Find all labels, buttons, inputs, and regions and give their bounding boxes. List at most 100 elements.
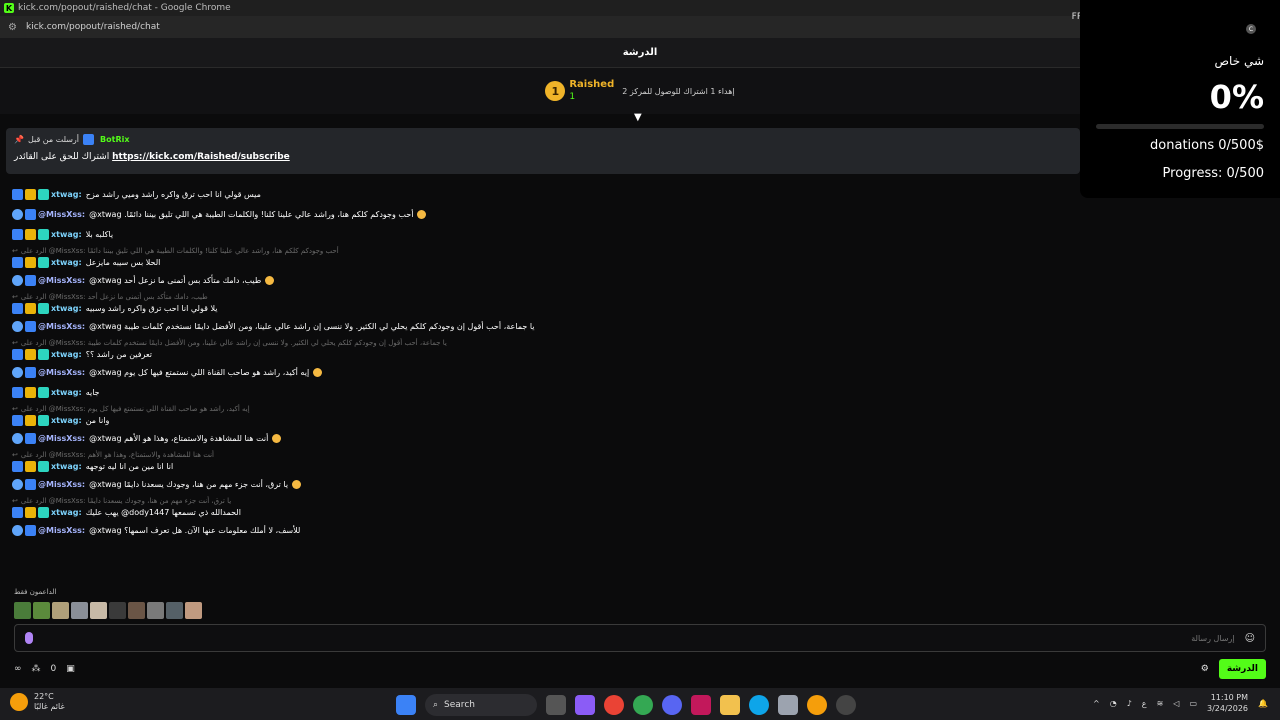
- emoji-icon: [313, 367, 323, 377]
- avatar[interactable]: [109, 602, 126, 619]
- volume-icon[interactable]: ◁: [1173, 699, 1179, 708]
- reply-preview[interactable]: ↩ الرد على @MissXss: طيب، دامك متأكد بس أ…: [12, 293, 208, 301]
- chat-message[interactable]: ↩ الرد على @MissXss: يا ترق، أنت جزء مهم …: [12, 494, 1082, 520]
- chat-send-button[interactable]: الدرشة: [1218, 659, 1266, 679]
- message-username[interactable]: @MissXss:: [38, 434, 85, 443]
- wifi-icon[interactable]: ≋: [1157, 699, 1164, 708]
- gift-icon[interactable]: ▣: [66, 664, 75, 674]
- emoji-icon[interactable]: ☺: [1245, 633, 1255, 644]
- verified-badge-icon: [25, 432, 36, 444]
- avatar[interactable]: [128, 602, 145, 619]
- file-explorer-icon[interactable]: [720, 695, 740, 715]
- avatar[interactable]: [185, 602, 202, 619]
- message-username[interactable]: xtwag:: [51, 190, 82, 199]
- network-icon[interactable]: ◔: [1110, 699, 1117, 708]
- chat-message[interactable]: xtwag: ميس قولي انا احب ترق واكره راشد وم…: [12, 184, 1082, 204]
- infinity-icon[interactable]: ∞: [14, 664, 22, 674]
- subscribe-link[interactable]: https://kick.com/Raished/subscribe: [112, 152, 290, 162]
- chat-message[interactable]: @MissXss: @xtwag يا ترق، أنت جزء مهم من ه…: [12, 474, 1082, 494]
- chat-message-list[interactable]: xtwag: ميس قولي انا احب ترق واكره راشد وم…: [12, 184, 1082, 540]
- weather-icon: [10, 693, 28, 711]
- clock[interactable]: 11:10 PM 3/24/2026: [1207, 692, 1248, 714]
- share-icon[interactable]: ⁂: [32, 664, 41, 674]
- message-text: @xtwag إيه أكيد، راشد هو صاحب القناة الل…: [89, 367, 310, 377]
- message-username[interactable]: @MissXss:: [38, 276, 85, 285]
- reply-preview[interactable]: ↩ الرد على @MissXss: يا جماعة، أحب أقول إ…: [12, 339, 447, 347]
- chat-message[interactable]: @MissXss: @xtwag أنت هنا للمشاهدة والاستم…: [12, 428, 1082, 448]
- collapse-chevron-icon[interactable]: ▼: [634, 112, 642, 123]
- message-username[interactable]: @MissXss:: [38, 210, 85, 219]
- message-username[interactable]: @MissXss:: [38, 368, 85, 377]
- chat-message[interactable]: ↩ الرد على @MissXss: إيه أكيد، راشد هو صا…: [12, 402, 1082, 428]
- microphone-icon[interactable]: [25, 632, 33, 644]
- taskbar-search[interactable]: ⌕ Search: [425, 694, 537, 716]
- weather-widget[interactable]: 22°C غائم غالبًا: [10, 692, 65, 712]
- avatar[interactable]: [52, 602, 69, 619]
- chat-message[interactable]: @MissXss: @xtwag .أحب وجودكم كلكم هنا، ور…: [12, 204, 1082, 224]
- weather-desc: غائم غالبًا: [34, 702, 65, 711]
- avatar[interactable]: [14, 602, 31, 619]
- bot-badge-icon: [12, 274, 23, 286]
- message-username[interactable]: xtwag:: [51, 350, 82, 359]
- message-username[interactable]: @MissXss:: [38, 526, 85, 535]
- bot-badge-icon: [12, 320, 23, 332]
- message-username[interactable]: xtwag:: [51, 416, 82, 425]
- chrome-icon[interactable]: [604, 695, 624, 715]
- avatar[interactable]: [90, 602, 107, 619]
- chat-message[interactable]: xtwag: جايه: [12, 382, 1082, 402]
- avatar[interactable]: [166, 602, 183, 619]
- settings-gear-icon[interactable]: ⚙: [1201, 664, 1209, 674]
- reply-preview[interactable]: ↩ الرد على @MissXss: أحب وجودكم كلكم هنا،…: [12, 247, 339, 255]
- reply-preview[interactable]: ↩ الرد على @MissXss: يا ترق، أنت جزء مهم …: [12, 497, 231, 505]
- avatar[interactable]: [147, 602, 164, 619]
- discord-icon[interactable]: [662, 695, 682, 715]
- chat-message[interactable]: @MissXss: @xtwag للأسف، لا أملك معلومات ع…: [12, 520, 1082, 540]
- tray-chevron-icon[interactable]: ^: [1093, 699, 1100, 708]
- pinned-message[interactable]: 📌 أرسلت من قبل BotRix اشتراك للحق على ال…: [6, 128, 1080, 174]
- copilot-icon[interactable]: [575, 695, 595, 715]
- overlay-c-icon: C: [1246, 24, 1256, 34]
- chat-message[interactable]: @MissXss: @xtwag إيه أكيد، راشد هو صاحب ا…: [12, 362, 1082, 382]
- edge-icon[interactable]: [749, 695, 769, 715]
- pinned-by-label: أرسلت من قبل: [27, 135, 80, 144]
- message-username[interactable]: @MissXss:: [38, 480, 85, 489]
- reply-icon: ↩: [12, 292, 18, 301]
- avatar[interactable]: [71, 602, 88, 619]
- obs-icon[interactable]: [836, 695, 856, 715]
- notifications-icon[interactable]: 🔔: [1258, 699, 1268, 708]
- chat-message[interactable]: ↩ الرد على @MissXss: طيب، دامك متأكد بس أ…: [12, 290, 1082, 316]
- task-view-icon[interactable]: [546, 695, 566, 715]
- chat-message[interactable]: xtwag: ياكلبه بلا: [12, 224, 1082, 244]
- chat-input-placeholder[interactable]: إرسال رسالة: [1191, 634, 1234, 643]
- message-username[interactable]: xtwag:: [51, 462, 82, 471]
- bot-name[interactable]: BotRix: [100, 135, 129, 144]
- language-indicator[interactable]: ع: [1142, 699, 1147, 708]
- mic-tray-icon[interactable]: ♪: [1127, 699, 1132, 708]
- system-tray: ^ ◔ ♪ ع ≋ ◁ ▭ 11:10 PM 3/24/2026 🔔: [1093, 692, 1268, 714]
- avatar[interactable]: [33, 602, 50, 619]
- store-icon[interactable]: [778, 695, 798, 715]
- chat-message[interactable]: ↩ الرد على @MissXss: أحب وجودكم كلكم هنا،…: [12, 244, 1082, 270]
- url-text[interactable]: kick.com/popout/raished/chat: [26, 22, 160, 32]
- battery-icon[interactable]: ▭: [1189, 699, 1197, 708]
- chat-message[interactable]: ↩ الرد على @MissXss: يا جماعة، أحب أقول إ…: [12, 336, 1082, 362]
- chat-message[interactable]: @MissXss: @xtwag يا جماعة، أحب أقول إن وج…: [12, 316, 1082, 336]
- message-username[interactable]: xtwag:: [51, 388, 82, 397]
- message-username[interactable]: xtwag:: [51, 304, 82, 313]
- chat-input[interactable]: إرسال رسالة ☺: [14, 624, 1266, 652]
- reply-preview[interactable]: ↩ الرد على @MissXss: إيه أكيد، راشد هو صا…: [12, 405, 250, 413]
- chat-message[interactable]: ↩ الرد على @MissXss: أنت هنا للمشاهدة وال…: [12, 448, 1082, 474]
- chat-message[interactable]: @MissXss: @xtwag طيب، دامك متأكد بس أتمنى…: [12, 270, 1082, 290]
- reply-preview[interactable]: ↩ الرد على @MissXss: أنت هنا للمشاهدة وال…: [12, 451, 214, 459]
- message-username[interactable]: xtwag:: [51, 230, 82, 239]
- message-username[interactable]: xtwag:: [51, 258, 82, 267]
- reply-icon: ↩: [12, 404, 18, 413]
- message-username[interactable]: xtwag:: [51, 508, 82, 517]
- brave-icon[interactable]: [807, 695, 827, 715]
- message-username[interactable]: @MissXss:: [38, 322, 85, 331]
- chrome-profile-icon[interactable]: [633, 695, 653, 715]
- start-icon[interactable]: [396, 695, 416, 715]
- app-a-icon[interactable]: [691, 695, 711, 715]
- kick-logo-icon: K: [4, 3, 14, 13]
- site-settings-icon[interactable]: ⚙: [8, 22, 18, 33]
